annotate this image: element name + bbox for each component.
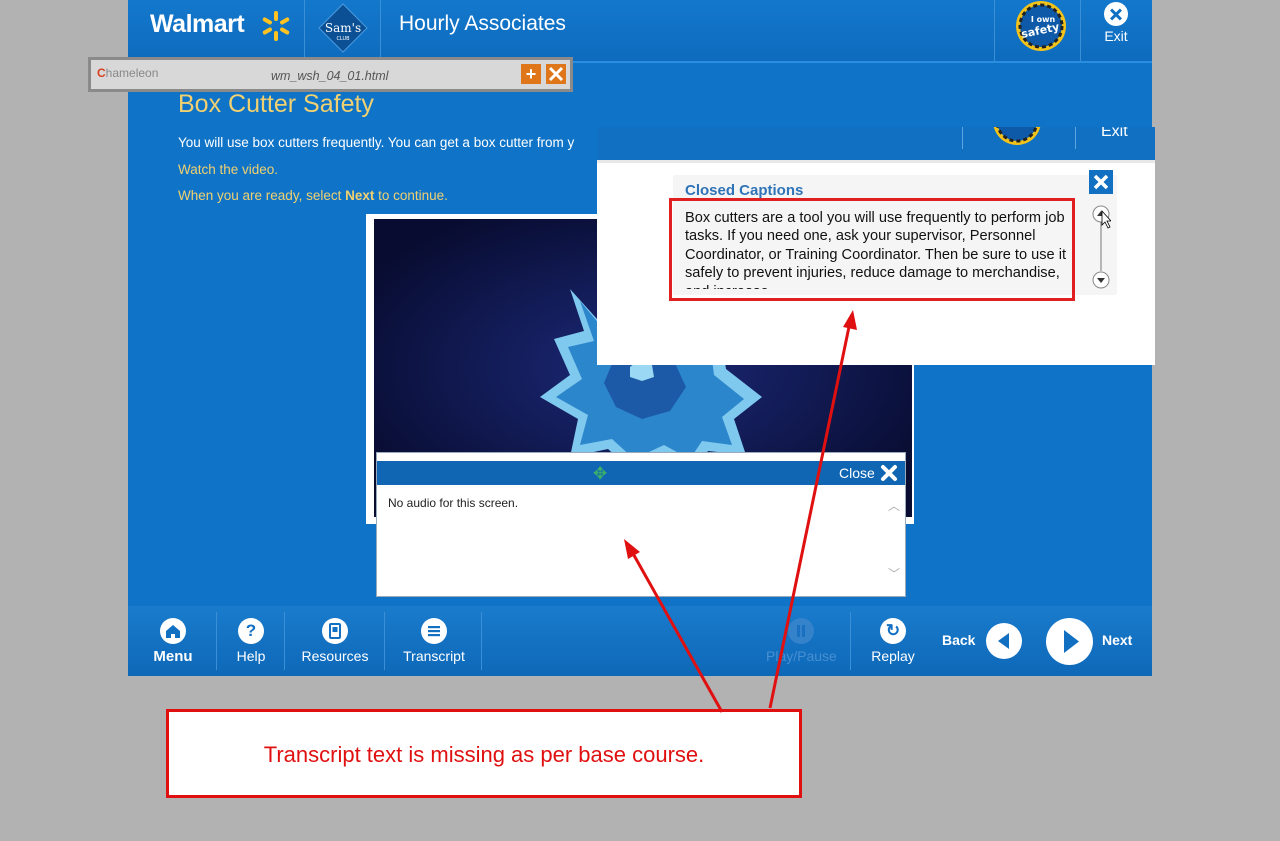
walmart-logo: Walmart [150, 10, 245, 38]
svg-text:CLUB: CLUB [336, 36, 350, 42]
help-label: Help [236, 648, 266, 664]
closed-captions-title: Closed Captions [685, 182, 804, 199]
home-icon [160, 618, 186, 644]
svg-text:Sam's: Sam's [325, 21, 361, 35]
annotation-text: Transcript text is missing as per base c… [263, 742, 705, 767]
ready-instruction: When you are ready, select Next to conti… [178, 188, 448, 203]
scroll-up-icon[interactable]: ︿ [888, 497, 900, 514]
help-button[interactable]: ? Help [228, 618, 274, 664]
menu-button[interactable]: Menu [148, 618, 198, 665]
play-pause-label: Play/Pause [766, 648, 837, 664]
menu-label: Menu [153, 648, 193, 665]
help-icon: ? [238, 618, 264, 644]
page-title: Box Cutter Safety [178, 90, 374, 118]
walmart-spark-icon [262, 11, 290, 41]
list-icon [421, 618, 447, 644]
overlay-exit-label[interactable]: Exit [1101, 127, 1128, 141]
intro-text: You will use box cutters frequently. You… [178, 135, 575, 150]
close-icon[interactable] [880, 464, 898, 482]
close-icon [1104, 2, 1128, 26]
captions-scrollbar[interactable] [1091, 205, 1111, 289]
arrow-left-icon [998, 633, 1009, 649]
overlay-top-bar: Exit [597, 127, 1155, 163]
chameleon-filename: wm_wsh_04_01.html [271, 69, 389, 83]
annotation-note: Transcript text is missing as per base c… [166, 709, 802, 798]
close-icon[interactable] [546, 64, 566, 84]
bottom-nav-bar: Menu ? Help Resources Transcript Play/Pa [128, 606, 1152, 676]
chameleon-toolbar: Chameleon wm_wsh_04_01.html + [88, 57, 573, 92]
play-pause-button[interactable]: Play/Pause [766, 618, 837, 664]
app-title: Hourly Associates [399, 12, 566, 35]
resources-button[interactable]: Resources [300, 618, 370, 664]
replay-icon: ↻ [880, 618, 906, 644]
next-label[interactable]: Next [1102, 632, 1132, 648]
back-button[interactable] [986, 623, 1022, 659]
replay-button[interactable]: ↻ Replay [868, 618, 918, 664]
scroll-down-icon[interactable]: ﹀ [888, 565, 900, 582]
exit-label: Exit [1104, 28, 1128, 44]
resources-icon [322, 618, 348, 644]
exit-button[interactable]: Exit [1090, 2, 1142, 44]
pause-icon [788, 618, 814, 644]
chameleon-logo: Chameleon [97, 66, 159, 80]
own-safety-badge [993, 127, 1041, 145]
highlight-box [669, 198, 1075, 301]
add-icon[interactable]: + [521, 64, 541, 84]
transcript-header[interactable]: ✥ Close [377, 461, 905, 485]
arrow-right-icon [1064, 630, 1079, 653]
sams-club-logo: Sam's CLUB [318, 3, 368, 53]
transcript-text: No audio for this screen. [388, 496, 519, 510]
back-label[interactable]: Back [942, 632, 975, 648]
transcript-label: Transcript [403, 648, 465, 664]
watch-instruction: Watch the video. [178, 162, 279, 177]
transcript-close-label[interactable]: Close [839, 465, 875, 481]
transcript-button[interactable]: Transcript [400, 618, 468, 664]
move-icon[interactable]: ✥ [593, 464, 607, 484]
transcript-panel: ✥ Close No audio for this screen. ︿ ﹀ [376, 452, 906, 597]
close-icon[interactable] [1089, 170, 1113, 194]
replay-label: Replay [871, 648, 915, 664]
next-button[interactable] [1046, 618, 1093, 665]
closed-captions-screenshot: Exit Closed Captions Box cutters are a t… [597, 127, 1155, 365]
resources-label: Resources [301, 648, 369, 664]
top-bar: Walmart Sam's CLUB Hourly Associates I o… [128, 0, 1152, 63]
own-safety-badge: I own safety [1016, 1, 1066, 51]
